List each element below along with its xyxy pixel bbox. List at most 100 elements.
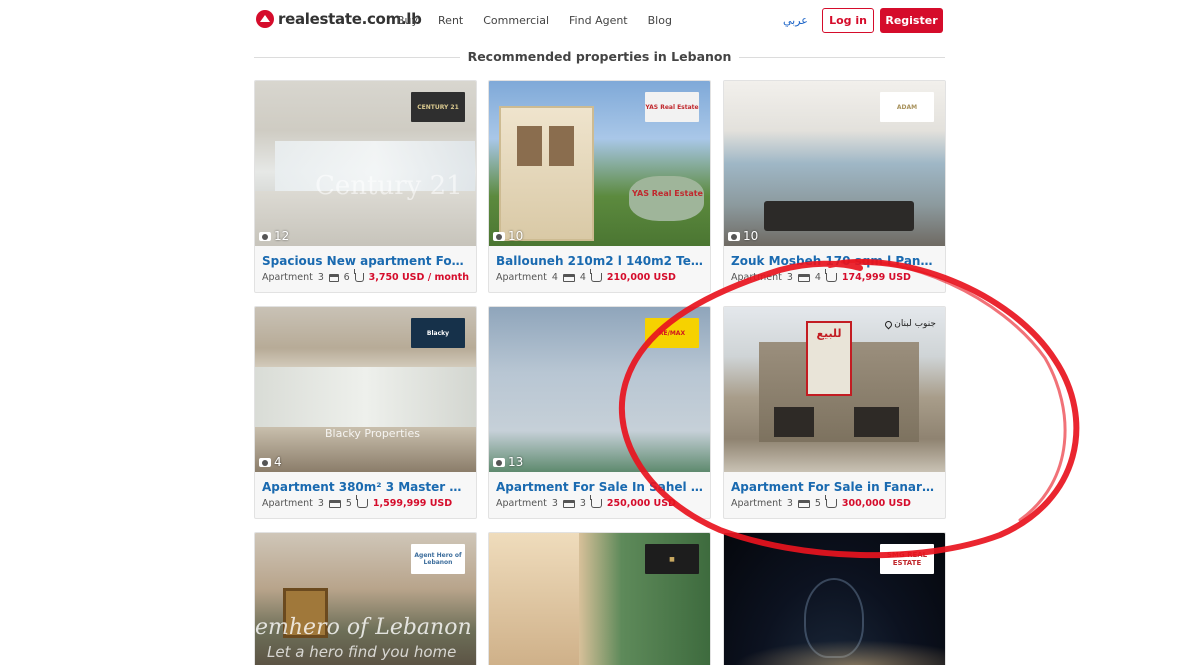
language-switch[interactable]: عربي xyxy=(783,14,808,27)
building-opening xyxy=(774,407,814,437)
image-watermark: Blacky Properties xyxy=(325,427,420,440)
image-watermark: YAS Real Estate xyxy=(632,189,703,198)
nav-buy[interactable]: Buy xyxy=(397,14,418,27)
property-title[interactable]: Apartment For Sale In Sahel Alma ... xyxy=(489,472,710,496)
property-price: 174,999 USD xyxy=(841,272,911,283)
property-card[interactable]: RE/MAX 13 Apartment For Sale In Sahel Al… xyxy=(488,306,711,519)
property-card[interactable]: Blacky Properties Blacky 4 Apartment 380… xyxy=(254,306,477,519)
agency-logo: YAS Real Estate xyxy=(645,92,699,122)
garden-rock xyxy=(629,176,704,221)
marble-wall xyxy=(489,533,579,665)
property-title[interactable]: Apartment For Sale in Fanar With ... xyxy=(724,472,945,496)
property-meta: Apartment 3 6 3,750 USD / month xyxy=(255,269,476,292)
camera-icon xyxy=(728,231,740,241)
shed-window xyxy=(549,126,574,166)
agency-logo: RE/MAX xyxy=(645,318,699,348)
register-button[interactable]: Register xyxy=(880,8,943,33)
bath-icon xyxy=(353,269,364,282)
agency-logo: Agent Hero of Lebanon xyxy=(411,544,465,574)
camera-icon xyxy=(493,457,505,467)
property-card[interactable]: ADAM 10 Zouk Mosbeh 170 sqm l Panoramic … xyxy=(723,80,946,293)
main-nav: Buy Rent Commercial Find Agent Blog xyxy=(397,14,672,27)
bath-icon xyxy=(355,495,368,508)
property-title[interactable]: Zouk Mosbeh 170 sqm l Panoramic ... xyxy=(724,246,945,270)
map-pin-icon xyxy=(883,319,894,329)
property-card[interactable]: SMG REAL ESTATE xyxy=(723,532,946,665)
nav-commercial[interactable]: Commercial xyxy=(483,14,549,27)
bedroom-count: 3 xyxy=(317,272,324,283)
bath-icon xyxy=(589,495,602,508)
property-card[interactable]: ■ xyxy=(488,532,711,665)
bed-icon xyxy=(328,273,339,282)
property-price: 250,000 USD xyxy=(606,498,676,509)
bathroom-count: 5 xyxy=(345,498,352,509)
bathroom-count: 4 xyxy=(579,272,586,283)
bed-icon xyxy=(562,499,575,508)
property-title[interactable]: Ballouneh 210m2 l 140m2 Terrace l ... xyxy=(489,246,710,270)
bed-icon xyxy=(797,499,810,508)
nav-find-agent[interactable]: Find Agent xyxy=(569,14,628,27)
image-watermark: Century 21 xyxy=(315,171,463,201)
section-header: Recommended properties in Lebanon xyxy=(254,48,945,66)
property-card[interactable]: للبيع جنوب لبنان Apartment For Sale in F… xyxy=(723,306,946,519)
bedroom-count: 3 xyxy=(317,498,324,509)
nav-rent[interactable]: Rent xyxy=(438,14,463,27)
property-card[interactable]: emhero of Lebanon Let a hero find you ho… xyxy=(254,532,477,665)
photo-count: 13 xyxy=(493,455,523,469)
property-card[interactable]: Century 21 CENTURY 21 12 Spacious New ap… xyxy=(254,80,477,293)
property-image[interactable]: YAS Real Estate YAS Real Estate 10 xyxy=(489,81,710,246)
nav-blog[interactable]: Blog xyxy=(648,14,672,27)
sale-sign-text: للبيع xyxy=(816,327,842,340)
property-image[interactable]: SMG REAL ESTATE xyxy=(724,533,945,665)
property-title[interactable]: Apartment 380m² 3 Master Beds Fo... xyxy=(255,472,476,496)
location-tag: جنوب لبنان xyxy=(883,319,936,329)
bed-icon xyxy=(797,273,810,282)
property-type: Apartment xyxy=(496,272,547,283)
property-image[interactable]: ADAM 10 xyxy=(724,81,945,246)
property-image[interactable]: للبيع جنوب لبنان xyxy=(724,307,945,472)
property-image[interactable]: Blacky Properties Blacky 4 xyxy=(255,307,476,472)
bathroom-count: 3 xyxy=(579,498,586,509)
property-title[interactable]: Spacious New apartment For Rent ... xyxy=(255,246,476,270)
property-image[interactable]: RE/MAX 13 xyxy=(489,307,710,472)
camera-icon xyxy=(259,457,271,467)
photo-count: 10 xyxy=(728,229,758,243)
property-image[interactable]: emhero of Lebanon Let a hero find you ho… xyxy=(255,533,476,665)
bath-icon xyxy=(824,269,837,282)
sofa-set xyxy=(764,201,914,231)
bedroom-count: 3 xyxy=(786,498,793,509)
property-meta: Apartment 3 5 1,599,999 USD xyxy=(255,495,476,518)
agency-logo: Blacky xyxy=(411,318,465,348)
agency-logo: SMG REAL ESTATE xyxy=(880,544,934,574)
camera-icon xyxy=(493,231,505,241)
property-meta: Apartment 3 5 300,000 USD xyxy=(724,495,945,518)
bathroom-count: 4 xyxy=(814,272,821,283)
property-price: 300,000 USD xyxy=(841,498,911,509)
storage-shed xyxy=(499,106,594,241)
camera-icon xyxy=(259,231,271,241)
page: realestate.com.lb Buy Rent Commercial Fi… xyxy=(0,0,1200,665)
bed-icon xyxy=(562,273,575,282)
property-meta: Apartment 3 3 250,000 USD xyxy=(489,495,710,518)
agency-logo: CENTURY 21 xyxy=(411,92,465,122)
section-title: Recommended properties in Lebanon xyxy=(254,49,945,64)
photo-count: 12 xyxy=(259,229,289,243)
image-watermark: emhero of Lebanon xyxy=(255,615,472,640)
photo-count: 10 xyxy=(493,229,523,243)
bed-icon xyxy=(328,499,341,508)
agency-logo: ADAM xyxy=(880,92,934,122)
property-type: Apartment xyxy=(731,498,782,509)
property-image[interactable]: Century 21 CENTURY 21 12 xyxy=(255,81,476,246)
city-lights xyxy=(724,638,945,665)
property-card[interactable]: YAS Real Estate YAS Real Estate 10 Ballo… xyxy=(488,80,711,293)
building-opening xyxy=(854,407,899,437)
property-price: 3,750 USD / month xyxy=(368,272,469,283)
logo-house-icon xyxy=(256,10,274,28)
property-type: Apartment xyxy=(262,498,313,509)
agency-logo: ■ xyxy=(645,544,699,574)
property-meta: Apartment 4 4 210,000 USD xyxy=(489,269,710,292)
property-image[interactable]: ■ xyxy=(489,533,710,665)
login-button[interactable]: Log in xyxy=(822,8,874,33)
property-type: Apartment xyxy=(731,272,782,283)
property-meta: Apartment 3 4 174,999 USD xyxy=(724,269,945,292)
